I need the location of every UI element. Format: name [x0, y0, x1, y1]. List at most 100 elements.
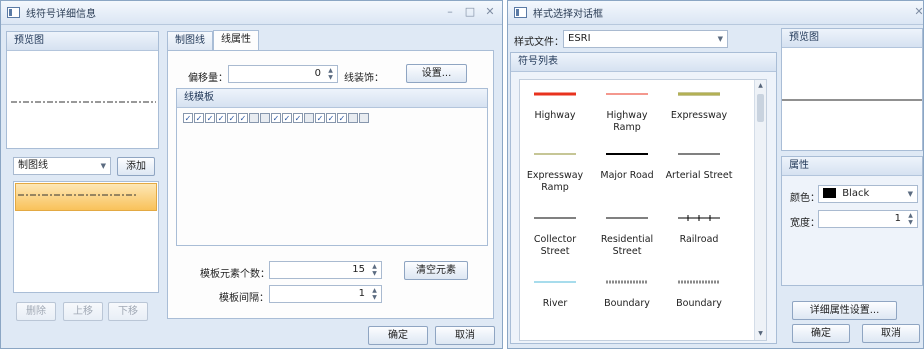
- width-spinner-icon[interactable]: ▲ ▼: [906, 212, 915, 226]
- clear-elements-button[interactable]: 清空元素: [404, 261, 468, 280]
- element-count-input[interactable]: 15 ▲ ▼: [269, 261, 382, 279]
- symbol-item[interactable]: Railroad: [664, 212, 734, 264]
- symbol-item[interactable]: Arterial Street: [664, 148, 734, 200]
- template-pattern[interactable]: ✓ ✓ ✓ ✓ ✓ ✓ ✓ ✓ ✓ ✓ ✓ ✓: [183, 113, 370, 124]
- move-down-button[interactable]: 下移: [108, 302, 148, 321]
- line-template-header: 线模板: [177, 89, 487, 108]
- symbol-grid: ▲ ▼ Highway Highway Ramp Expressway Express…: [519, 79, 767, 341]
- template-checkbox[interactable]: [249, 113, 259, 123]
- layer-list: [13, 181, 159, 293]
- symbol-item[interactable]: Collector Street: [520, 212, 590, 264]
- properties-panel: 属性 颜色： Black ▼ 宽度： 1 ▲ ▼: [781, 156, 923, 286]
- template-checkbox[interactable]: ✓: [205, 113, 215, 123]
- symbol-preview: [534, 217, 576, 219]
- symbol-item[interactable]: Boundary: [664, 276, 734, 328]
- interval-input[interactable]: 1 ▲ ▼: [269, 285, 382, 303]
- color-value: Black: [842, 188, 870, 199]
- dialog-title-bar[interactable]: 样式选择对话框 ✕: [508, 1, 924, 25]
- template-checkbox[interactable]: ✓: [315, 113, 325, 123]
- layer-list-item-selected[interactable]: [15, 183, 157, 211]
- delete-button[interactable]: 删除: [16, 302, 56, 321]
- tab-line-properties[interactable]: 线属性: [213, 30, 259, 50]
- dialog-ok-button[interactable]: 确定: [792, 324, 850, 343]
- symbol-item[interactable]: Expressway Ramp: [520, 148, 590, 200]
- close-icon[interactable]: ✕: [482, 5, 498, 19]
- scroll-up-icon[interactable]: ▲: [755, 80, 766, 92]
- symbol-item[interactable]: Expressway: [664, 88, 734, 140]
- template-checkbox[interactable]: [304, 113, 314, 123]
- symbol-scrollbar[interactable]: ▲ ▼: [754, 80, 766, 340]
- symbol-item[interactable]: Highway Ramp: [592, 88, 662, 140]
- interval-spinner-icon[interactable]: ▲ ▼: [370, 287, 379, 301]
- symbol-item[interactable]: Highway: [520, 88, 590, 140]
- offset-input[interactable]: 0 ▲ ▼: [228, 65, 338, 83]
- maximize-icon[interactable]: □: [462, 5, 478, 19]
- template-checkbox[interactable]: ✓: [326, 113, 336, 123]
- symbol-list-header: 符号列表: [511, 53, 776, 72]
- template-checkbox[interactable]: ✓: [227, 113, 237, 123]
- template-checkbox[interactable]: ✓: [271, 113, 281, 123]
- dialog-close-icon[interactable]: ✕: [911, 5, 924, 19]
- chevron-down-icon: ▼: [907, 190, 913, 198]
- line-type-value: 制图线: [18, 160, 48, 171]
- tab-cartographic-line[interactable]: 制图线: [167, 31, 213, 50]
- symbol-preview: [678, 92, 720, 96]
- layer-line-preview: [18, 194, 136, 196]
- width-input[interactable]: 1 ▲ ▼: [818, 210, 918, 228]
- color-dropdown[interactable]: Black ▼: [818, 185, 918, 203]
- decoration-settings-button[interactable]: 设置...: [406, 64, 467, 83]
- template-checkbox[interactable]: [260, 113, 270, 123]
- chevron-down-icon: ▼: [717, 35, 723, 43]
- symbol-label: Expressway Ramp: [526, 170, 584, 193]
- template-checkbox[interactable]: ✓: [238, 113, 248, 123]
- symbol-label: Highway Ramp: [606, 110, 648, 133]
- symbol-preview: [534, 92, 576, 96]
- properties-header: 属性: [782, 157, 922, 176]
- preview-header: 预览图: [7, 32, 158, 51]
- style-file-label: 样式文件：: [514, 37, 564, 48]
- symbol-label: River: [542, 298, 568, 309]
- symbol-item[interactable]: River: [520, 276, 590, 328]
- preview-panel: 预览图: [6, 31, 159, 149]
- cancel-button[interactable]: 取消: [435, 326, 495, 345]
- decoration-label: 线装饰：: [344, 73, 384, 84]
- element-count-spinner-icon[interactable]: ▲ ▼: [370, 263, 379, 277]
- dialog-cancel-button[interactable]: 取消: [862, 324, 920, 343]
- symbol-label: Boundary: [604, 298, 650, 309]
- template-checkbox[interactable]: ✓: [216, 113, 226, 123]
- template-checkbox[interactable]: ✓: [293, 113, 303, 123]
- add-button[interactable]: 添加: [117, 157, 155, 176]
- offset-label: 偏移量：: [188, 73, 228, 84]
- element-count-value: 15: [352, 264, 365, 275]
- move-up-button[interactable]: 上移: [63, 302, 103, 321]
- style-file-dropdown[interactable]: ESRI ▼: [563, 30, 728, 48]
- detailed-properties-button[interactable]: 详细属性设置...: [792, 301, 897, 320]
- line-type-dropdown[interactable]: 制图线 ▼: [13, 157, 111, 175]
- template-checkbox[interactable]: ✓: [194, 113, 204, 123]
- template-checkbox[interactable]: ✓: [183, 113, 193, 123]
- title-bar[interactable]: 线符号详细信息 – □ ✕: [1, 1, 502, 25]
- symbol-item[interactable]: Boundary: [592, 276, 662, 328]
- template-checkbox[interactable]: [348, 113, 358, 123]
- ok-button[interactable]: 确定: [368, 326, 428, 345]
- template-checkbox[interactable]: ✓: [337, 113, 347, 123]
- offset-spinner-icon[interactable]: ▲ ▼: [326, 67, 335, 81]
- dialog-preview-line: [782, 99, 922, 101]
- scroll-down-icon[interactable]: ▼: [755, 328, 766, 340]
- window-title: 线符号详细信息: [26, 9, 96, 20]
- template-checkbox[interactable]: [359, 113, 369, 123]
- symbol-label: Arterial Street: [665, 170, 733, 181]
- dialog-preview-panel: 预览图: [781, 28, 923, 151]
- line-properties-pane: 偏移量： 0 ▲ ▼ 线装饰： 设置... 线模板 ✓ ✓ ✓ ✓ ✓ ✓ ✓ ✓ ✓ ✓ ✓ ✓ 模板…: [167, 50, 494, 319]
- symbol-preview: [678, 153, 720, 155]
- template-checkbox[interactable]: ✓: [282, 113, 292, 123]
- symbol-preview: [606, 153, 648, 155]
- minimize-icon[interactable]: –: [442, 5, 458, 19]
- symbol-item[interactable]: Major Road: [592, 148, 662, 200]
- symbol-item[interactable]: Residential Street: [592, 212, 662, 264]
- symbol-label: Highway: [534, 110, 576, 121]
- width-value: 1: [894, 213, 901, 224]
- scroll-thumb[interactable]: [757, 94, 764, 122]
- symbol-label: Boundary: [676, 298, 722, 309]
- chevron-down-icon: ▼: [100, 162, 106, 170]
